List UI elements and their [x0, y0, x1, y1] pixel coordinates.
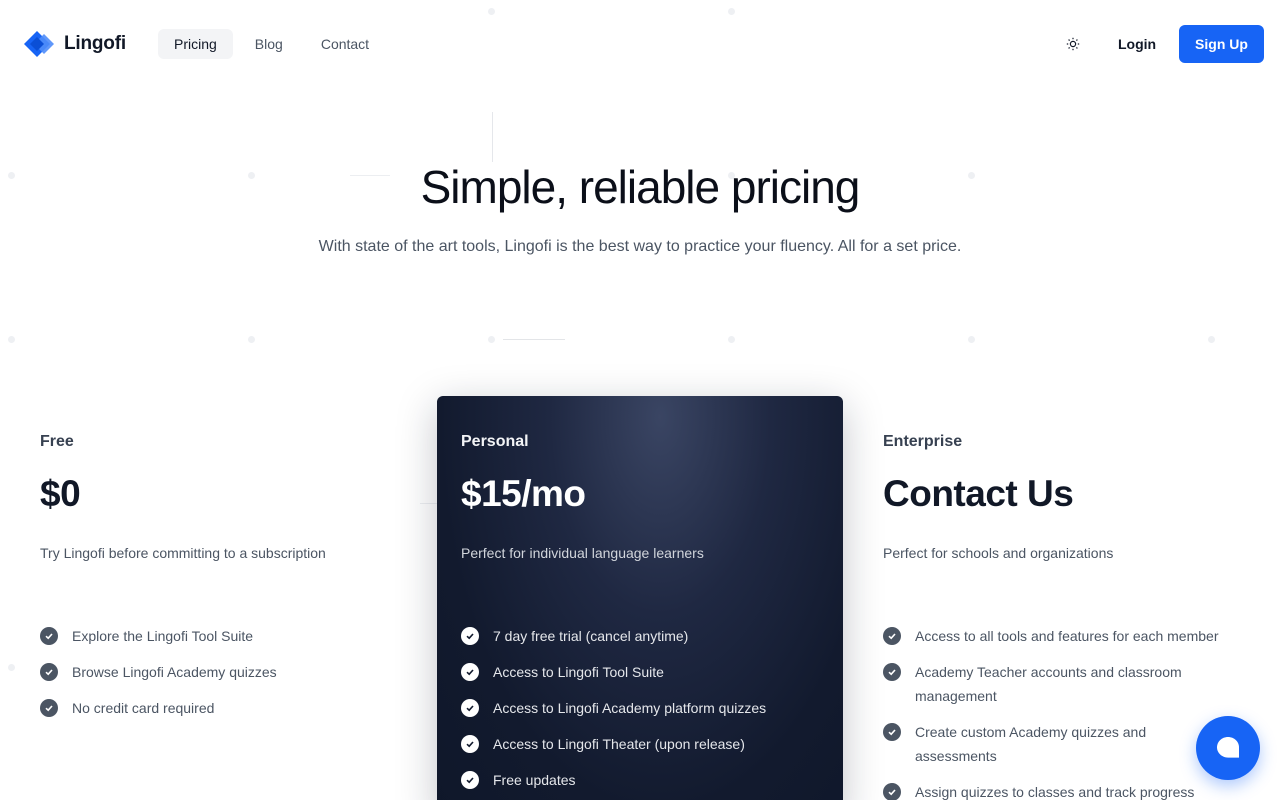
brand-name: Lingofi — [64, 33, 126, 54]
feature-item: Assign quizzes to classes and track prog… — [883, 780, 1243, 800]
plan-name: Personal — [461, 433, 529, 450]
signup-button[interactable]: Sign Up — [1179, 25, 1264, 63]
brand-logo[interactable]: Lingofi — [24, 30, 126, 58]
theme-toggle-button[interactable] — [1063, 34, 1083, 54]
plan-price: Contact Us — [883, 473, 1074, 514]
nav-pricing[interactable]: Pricing — [158, 29, 233, 59]
feature-item: Browse Lingofi Academy quizzes — [40, 660, 400, 684]
plan-price: $0 — [40, 473, 81, 514]
top-navbar: Lingofi Pricing Blog Contact Login Sign … — [0, 0, 1280, 88]
plan-price: $15/mo — [461, 473, 586, 514]
check-circle-icon — [883, 783, 901, 800]
plan-personal: Personal $15/mo Perfect for individual l… — [461, 433, 821, 561]
lingofi-logo-icon — [24, 30, 56, 58]
check-circle-icon — [40, 627, 58, 645]
plan-enterprise: Enterprise Contact Us Perfect for school… — [883, 433, 1243, 561]
chat-bubble-icon — [1217, 737, 1239, 758]
check-circle-icon — [461, 699, 479, 717]
check-circle-icon — [461, 627, 479, 645]
plan-description: Perfect for individual language learners — [461, 545, 704, 561]
check-circle-icon — [461, 771, 479, 789]
plan-personal-features: 7 day free trial (cancel anytime) Access… — [461, 624, 831, 800]
feature-item: Create custom Academy quizzes and assess… — [883, 720, 1243, 768]
check-circle-icon — [40, 699, 58, 717]
feature-item: Academy Teacher accounts and classroom m… — [883, 660, 1243, 708]
plan-free-features: Explore the Lingofi Tool Suite Browse Li… — [40, 624, 400, 732]
sun-icon — [1066, 37, 1080, 51]
feature-item: Access to Lingofi Academy platform quizz… — [461, 696, 831, 720]
feature-item: 7 day free trial (cancel anytime) — [461, 624, 831, 648]
feature-item: No credit card required — [40, 696, 400, 720]
plan-enterprise-features: Access to all tools and features for eac… — [883, 624, 1243, 800]
plan-description: Perfect for schools and organizations — [883, 545, 1114, 561]
plan-personal-card[interactable]: Personal $15/mo Perfect for individual l… — [437, 396, 843, 800]
feature-item: Free updates — [461, 768, 831, 792]
check-circle-icon — [40, 663, 58, 681]
page-title: Simple, reliable pricing — [420, 161, 861, 213]
check-circle-icon — [883, 723, 901, 741]
page-subtitle: With state of the art tools, Lingofi is … — [318, 238, 962, 255]
plan-name: Free — [40, 433, 74, 450]
main-nav: Pricing Blog Contact — [158, 29, 391, 59]
plan-name: Enterprise — [883, 433, 963, 450]
plan-free: Free $0 Try Lingofi before committing to… — [40, 433, 400, 561]
feature-item: Access to Lingofi Theater (upon release) — [461, 732, 831, 756]
feature-item: Access to all tools and features for eac… — [883, 624, 1243, 648]
plan-description: Try Lingofi before committing to a subsc… — [40, 545, 326, 561]
chat-widget-button[interactable] — [1196, 716, 1260, 780]
nav-blog[interactable]: Blog — [239, 29, 299, 59]
feature-item: Explore the Lingofi Tool Suite — [40, 624, 400, 648]
check-circle-icon — [461, 663, 479, 681]
nav-contact[interactable]: Contact — [305, 29, 385, 59]
check-circle-icon — [461, 735, 479, 753]
check-circle-icon — [883, 663, 901, 681]
login-button[interactable]: Login — [1106, 26, 1168, 62]
check-circle-icon — [883, 627, 901, 645]
feature-item: Access to Lingofi Tool Suite — [461, 660, 831, 684]
